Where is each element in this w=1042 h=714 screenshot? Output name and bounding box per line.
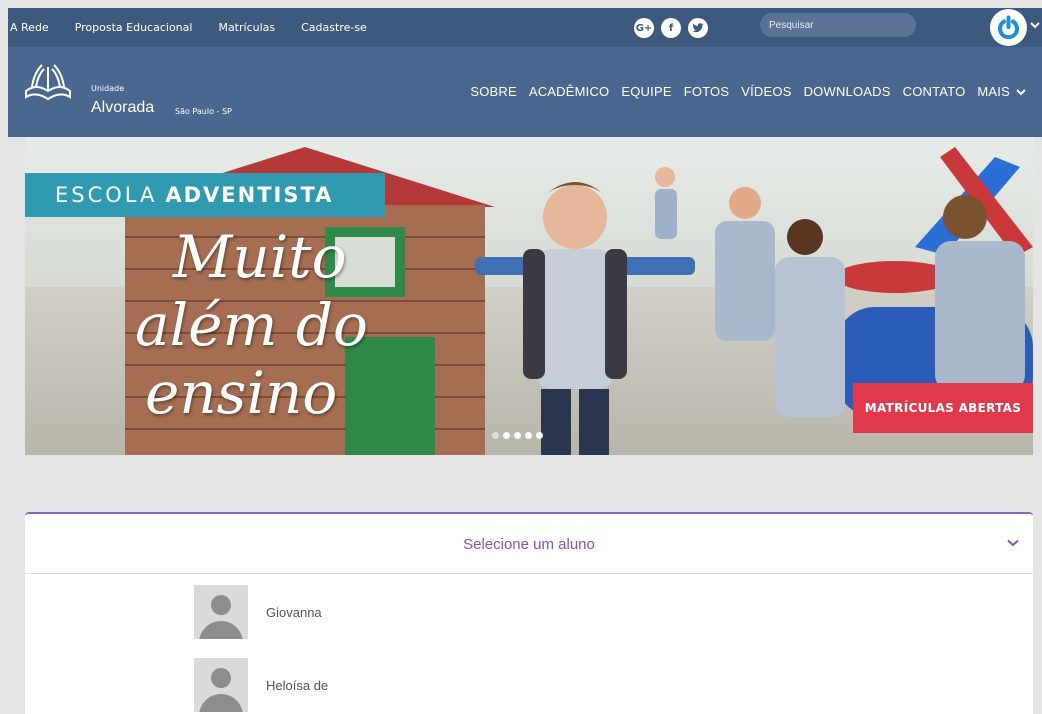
menu-fotos[interactable]: FOTOS <box>684 84 730 99</box>
carousel-dot[interactable] <box>525 432 532 439</box>
carousel-dots <box>492 432 543 439</box>
carousel-dot[interactable] <box>503 432 510 439</box>
menu-contato[interactable]: CONTATO <box>903 84 966 99</box>
school-tag-bold: ADVENTISTA <box>165 183 334 207</box>
menu-downloads[interactable]: DOWNLOADS <box>804 84 891 99</box>
menu-videos[interactable]: VÍDEOS <box>741 84 791 99</box>
hero-banner[interactable]: ESCOLA ADVENTISTA Muito além do ensino MA… <box>25 137 1033 455</box>
menu-mais-label: MAIS <box>977 84 1010 99</box>
social-links: G+ f <box>634 18 708 38</box>
menu-equipe[interactable]: EQUIPE <box>621 84 671 99</box>
main-navbar: Unidade Alvorada São Paulo - SP SOBRE AC… <box>8 47 1042 137</box>
student-name: Giovanna <box>266 604 322 620</box>
top-link-matriculas[interactable]: Matrículas <box>218 21 275 34</box>
student-selector-title: Selecione um aluno <box>463 536 595 553</box>
carousel-dot[interactable] <box>514 432 521 439</box>
chevron-down-icon[interactable] <box>1007 539 1019 547</box>
top-bar: A Rede Proposta Educacional Matrículas C… <box>8 8 1042 47</box>
carousel-dot-active[interactable] <box>536 432 543 439</box>
student-list-item[interactable]: Giovanna <box>194 584 322 640</box>
chevron-down-icon <box>1016 88 1026 95</box>
top-link-a-rede[interactable]: A Rede <box>10 21 49 34</box>
avatar <box>194 585 248 639</box>
power-button[interactable] <box>990 9 1027 46</box>
enrollment-cta-button[interactable]: MATRÍCULAS ABERTAS <box>853 383 1033 433</box>
facebook-icon[interactable]: f <box>661 18 681 38</box>
school-tag: ESCOLA ADVENTISTA <box>25 173 385 217</box>
headline-line-2: além do <box>135 291 368 359</box>
menu-academico[interactable]: ACADÊMICO <box>529 84 610 99</box>
unit-city: São Paulo - SP <box>175 107 232 116</box>
student-name: Heloísa de <box>266 677 329 693</box>
adventist-logo[interactable] <box>22 61 74 103</box>
twitter-icon[interactable] <box>688 18 708 38</box>
main-menu: SOBRE ACADÊMICO EQUIPE FOTOS VÍDEOS DOWN… <box>470 84 1026 99</box>
search-input[interactable] <box>760 13 916 37</box>
top-link-proposta-educacional[interactable]: Proposta Educacional <box>75 21 193 34</box>
headline-line-1: Muito <box>173 223 347 291</box>
school-tag-prefix: ESCOLA <box>55 183 158 207</box>
menu-mais[interactable]: MAIS <box>977 84 1026 99</box>
google-plus-icon[interactable]: G+ <box>634 18 654 38</box>
power-icon <box>998 15 1019 40</box>
top-link-cadastre-se[interactable]: Cadastre-se <box>301 21 367 34</box>
unit-name: Alvorada <box>91 99 155 116</box>
headline-line-3: ensino <box>145 359 338 427</box>
menu-sobre[interactable]: SOBRE <box>470 84 517 99</box>
carousel-dot[interactable] <box>492 432 499 439</box>
unit-label: Unidade <box>91 84 125 93</box>
chevron-down-icon[interactable] <box>1030 21 1040 29</box>
top-links: A Rede Proposta Educacional Matrículas C… <box>8 8 393 47</box>
student-selector-header[interactable]: Selecione um aluno <box>25 514 1033 574</box>
student-selector: Selecione um aluno Giovanna Heloísa de <box>25 512 1033 714</box>
student-list-item[interactable]: Heloísa de <box>194 657 328 713</box>
hero-headline: Muito além do ensino <box>121 223 368 427</box>
avatar <box>194 658 248 712</box>
